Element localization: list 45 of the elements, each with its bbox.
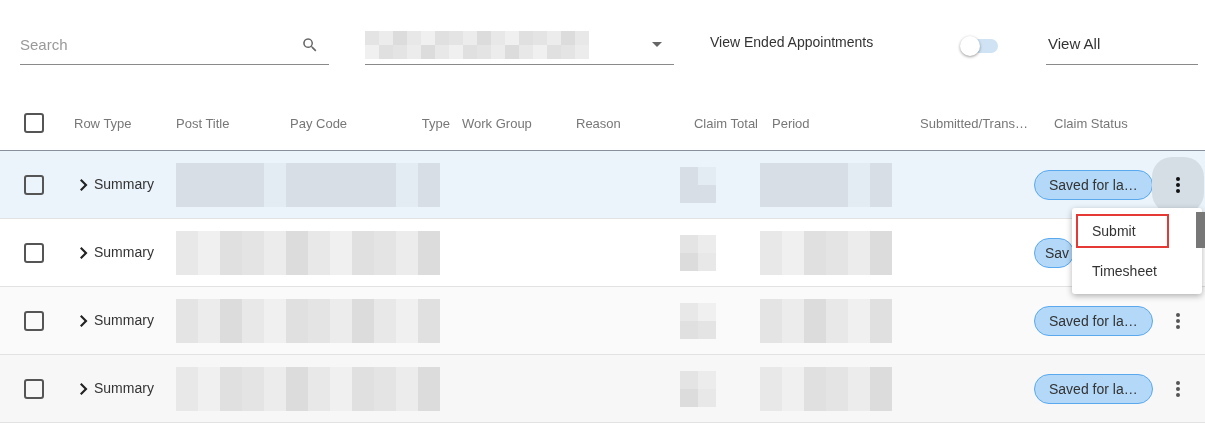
status-chip: Saved for la… <box>1034 169 1153 200</box>
row-checkbox[interactable] <box>24 310 44 331</box>
select-all-checkbox[interactable] <box>24 112 44 133</box>
menu-item[interactable]: Timesheet <box>1076 254 1169 288</box>
status-chip: Sav <box>1034 237 1075 268</box>
search-icon[interactable] <box>301 36 319 54</box>
row-checkbox[interactable] <box>24 174 44 195</box>
status-chip: Saved for la… <box>1034 373 1153 404</box>
more-vertical-icon <box>1175 176 1180 193</box>
column-header[interactable]: Row Type <box>74 115 132 131</box>
redacted-text <box>680 370 716 407</box>
expand-chevron-icon[interactable] <box>80 314 88 327</box>
column-header[interactable]: Period <box>772 115 810 131</box>
table-cell-text: Summary <box>94 379 154 398</box>
expand-chevron-icon[interactable] <box>80 382 88 395</box>
table-row[interactable]: Summary Saved for la… <box>0 287 1205 355</box>
row-checkbox[interactable] <box>24 378 44 399</box>
redacted-text <box>680 234 716 271</box>
column-header[interactable]: Work Group <box>462 115 532 131</box>
table-row[interactable]: Summary Saved for la… <box>0 151 1205 219</box>
redacted-text <box>680 302 716 339</box>
expand-chevron-icon[interactable] <box>80 246 88 259</box>
table-cell-text: Summary <box>94 243 154 262</box>
table-cell-text: Summary <box>94 175 154 194</box>
table-cell-text: Summary <box>94 311 154 330</box>
scrollbar-thumb[interactable] <box>1196 212 1205 248</box>
column-header[interactable]: Claim Total <box>693 115 758 131</box>
row-checkbox[interactable] <box>24 242 44 263</box>
status-chip: Saved for la… <box>1034 305 1153 336</box>
caret-icon[interactable] <box>652 42 662 47</box>
table-row[interactable]: Summary Saved for la… <box>0 355 1205 423</box>
column-header[interactable]: Pay Code <box>290 115 348 131</box>
more-vertical-icon <box>1175 380 1180 397</box>
column-header[interactable]: Claim Status <box>1054 115 1128 131</box>
column-header[interactable]: Submitted/Trans… <box>920 115 1028 131</box>
expand-chevron-icon[interactable] <box>80 178 88 191</box>
search-field[interactable]: Search <box>20 25 329 65</box>
menu-item[interactable]: Submit <box>1076 214 1169 248</box>
column-header[interactable]: Post Title <box>176 115 230 131</box>
view-select[interactable]: View All <box>1046 25 1198 65</box>
toggle-label: View Ended Appointments <box>710 33 875 52</box>
toggle-switch[interactable] <box>960 37 998 55</box>
more-vertical-icon <box>1175 312 1180 329</box>
column-header[interactable]: Type <box>421 115 450 131</box>
column-header[interactable]: Reason <box>576 115 621 131</box>
